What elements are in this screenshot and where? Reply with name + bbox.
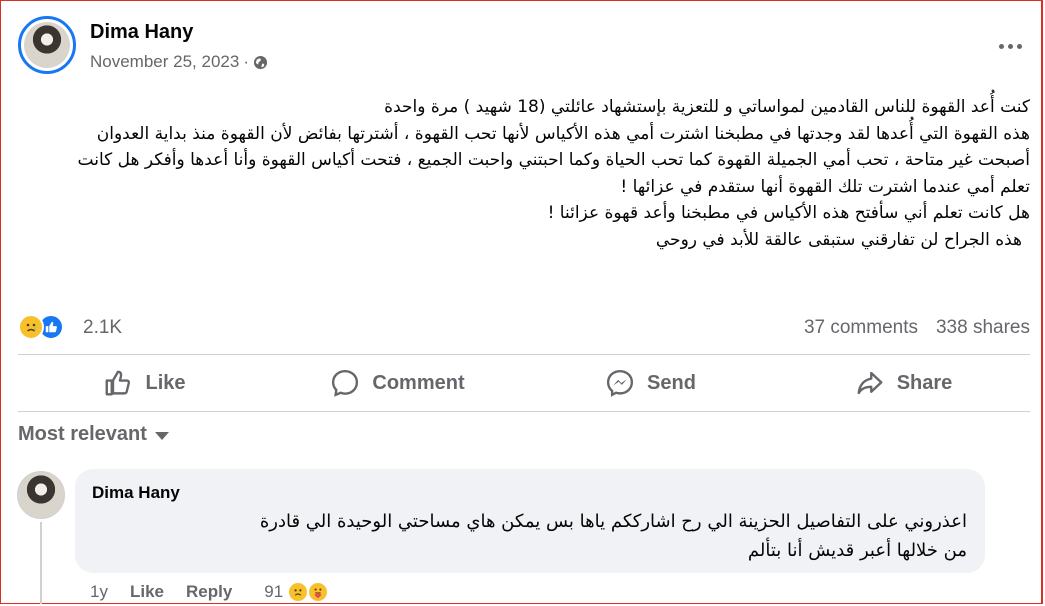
- send-button[interactable]: Send: [524, 358, 777, 408]
- divider: [18, 354, 1030, 355]
- more-options-icon[interactable]: [992, 34, 1028, 58]
- comment-button[interactable]: Comment: [271, 358, 524, 408]
- comment-filter-label: Most relevant: [18, 423, 147, 445]
- comment-like-button[interactable]: Like: [130, 582, 164, 602]
- comment-line: اعذروني على التفاصيل الحزينة الي رح اشار…: [259, 511, 967, 532]
- globe-icon: [253, 55, 268, 69]
- comment-actions: 1y Like Reply 91: [90, 581, 330, 603]
- comment-line: من خلالها أعبر قديش أنا بتألم: [747, 540, 967, 561]
- comment-reply-button[interactable]: Reply: [186, 582, 232, 602]
- thread-line: [40, 522, 42, 604]
- engagement-counts: 37 comments 338 shares: [804, 317, 1030, 339]
- comment-reaction-count: 91: [264, 582, 284, 601]
- comment-text: اعذروني على التفاصيل الحزينة الي رح اشار…: [97, 507, 967, 565]
- post-line: هذه الجراح لن تفارقني ستبقى عالقة للأبد …: [655, 229, 1022, 250]
- post-line: كنت أُعد القهوة للناس القادمين لمواساتي …: [384, 97, 1030, 117]
- commenter-avatar[interactable]: [17, 471, 65, 519]
- comment-bubble: Dima Hany اعذروني على التفاصيل الحزينة ا…: [75, 469, 985, 573]
- sad-react-icon: [287, 581, 310, 603]
- send-label: Send: [647, 371, 696, 394]
- comment-filter-dropdown[interactable]: Most relevant: [18, 423, 169, 446]
- comments-count[interactable]: 37 comments: [804, 317, 918, 339]
- post-date[interactable]: November 25, 2023: [90, 52, 239, 72]
- comment-label: Comment: [372, 371, 465, 394]
- care-react-icon: [307, 581, 330, 603]
- meta-separator: ·: [243, 52, 249, 71]
- comment-age[interactable]: 1y: [90, 582, 108, 602]
- share-button[interactable]: Share: [777, 358, 1030, 408]
- comment-icon: [332, 369, 359, 397]
- post-header: Dima Hany November 25, 2023 ·: [18, 16, 1028, 80]
- post-line: هل كانت تعلم أني سأفتح هذه الأكياس في مط…: [547, 203, 1030, 223]
- like-icon: [106, 370, 131, 396]
- author-avatar[interactable]: [18, 16, 76, 74]
- post-line: هذه القهوة التي أُعدها لقد وجدتها في مطب…: [77, 123, 1030, 197]
- share-icon: [857, 371, 883, 395]
- reaction-count[interactable]: 2.1K: [83, 317, 122, 339]
- shares-count[interactable]: 338 shares: [936, 317, 1030, 339]
- chevron-down-icon: [154, 432, 169, 440]
- divider: [18, 411, 1030, 412]
- messenger-icon: [606, 369, 634, 397]
- comment-author[interactable]: Dima Hany: [92, 483, 180, 503]
- like-button[interactable]: Like: [18, 358, 271, 408]
- share-label: Share: [896, 371, 953, 394]
- reaction-icons[interactable]: [18, 314, 64, 340]
- like-label: Like: [145, 371, 186, 394]
- comment-reactions[interactable]: 91: [264, 581, 330, 603]
- post-meta: November 25, 2023 ·: [90, 52, 268, 72]
- author-name[interactable]: Dima Hany: [90, 21, 193, 44]
- post-body: كنت أُعد القهوة للناس القادمين لمواساتي …: [52, 94, 1030, 253]
- post-action-bar: Like Comment Send Share: [18, 358, 1030, 408]
- sad-react-icon: [18, 314, 44, 340]
- reactions-summary: 2.1K 37 comments 338 shares: [18, 312, 1030, 342]
